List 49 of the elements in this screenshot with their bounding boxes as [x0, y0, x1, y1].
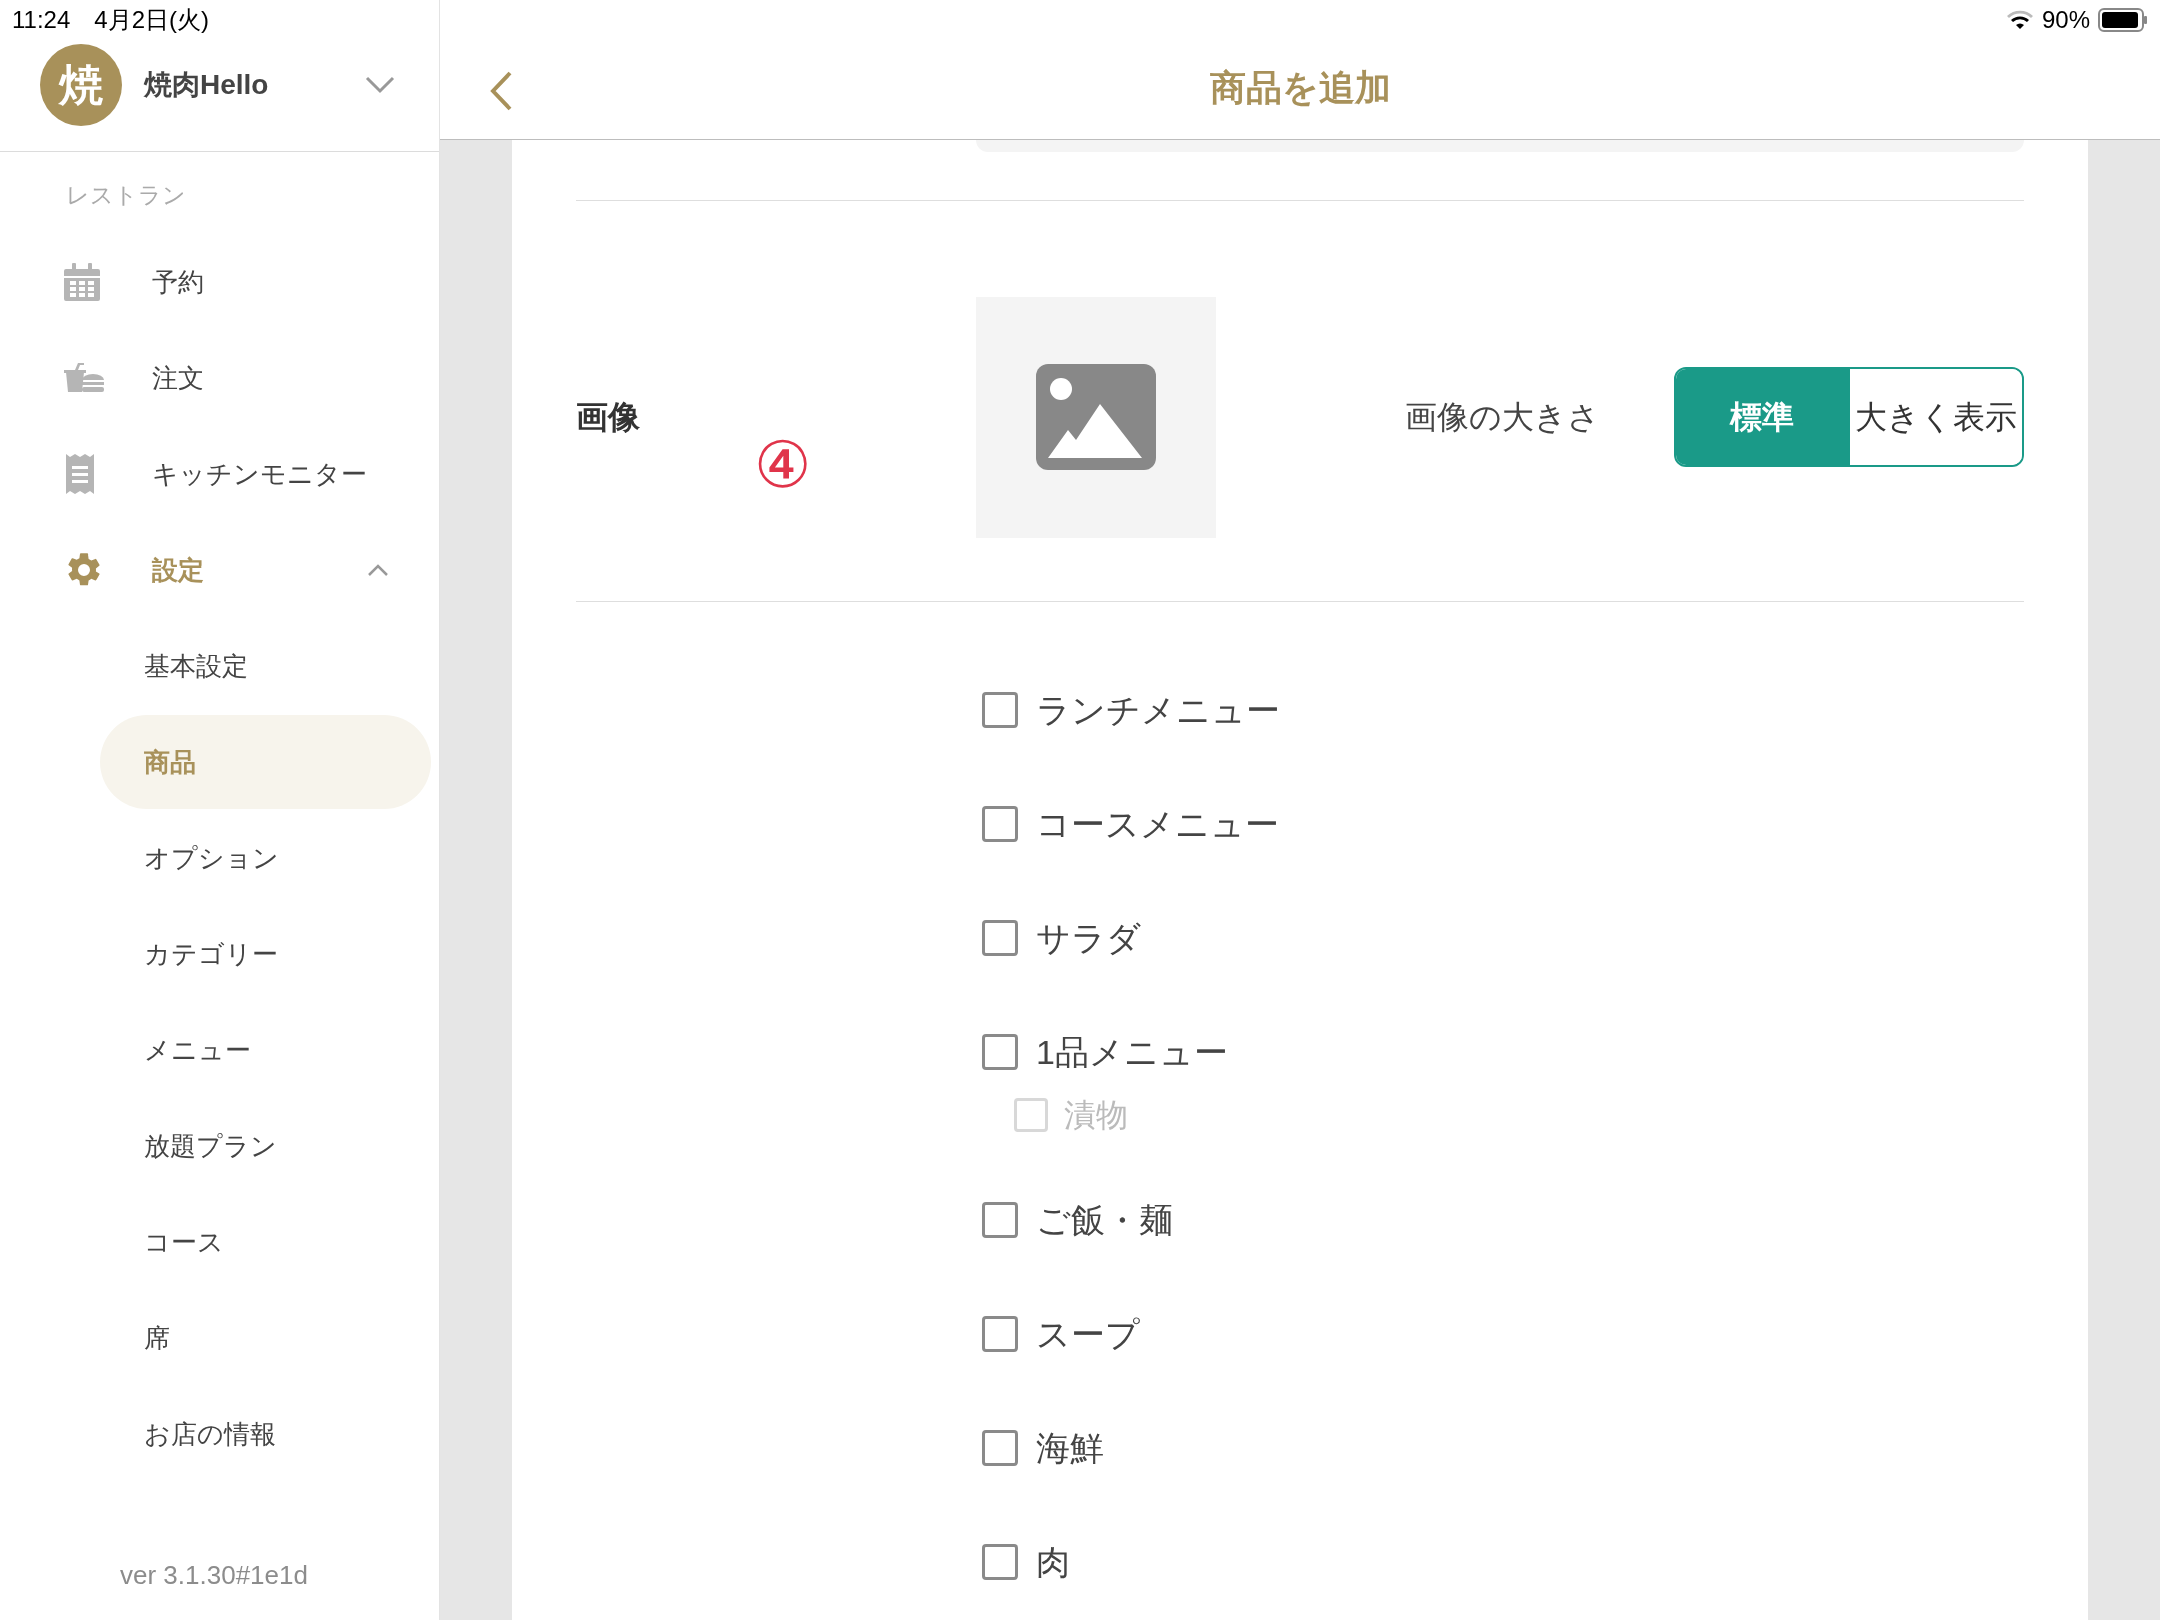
category-label: 1品メニュー [1036, 1031, 1228, 1073]
chevron-down-icon[interactable] [365, 76, 395, 94]
annotation-number: ④ [754, 433, 811, 497]
drink-and-burger-icon [64, 362, 104, 394]
checkbox[interactable] [982, 1316, 1018, 1352]
category-label: ランチメニュー [1036, 689, 1280, 731]
checkbox[interactable] [982, 1544, 1018, 1580]
image-label: 画像 [576, 398, 641, 437]
sidebar-item[interactable]: 注文 [0, 330, 439, 426]
chevron-up-icon[interactable] [367, 563, 389, 577]
receipt-icon [64, 454, 96, 494]
sidebar-subitem[interactable]: カテゴリー [100, 907, 431, 1001]
sidebar-item[interactable]: キッチンモニター [0, 426, 439, 522]
section-label: レストラン [66, 180, 186, 210]
sidebar-item[interactable]: 予約 [0, 234, 439, 330]
back-icon[interactable] [488, 70, 514, 112]
sidebar-subitem[interactable]: メニュー [100, 1003, 431, 1097]
image-icon [1036, 364, 1156, 470]
category-label: 海鮮 [1036, 1427, 1104, 1469]
sidebar-subitem[interactable]: 放題プラン [100, 1099, 431, 1193]
account-name: 焼肉Hello [144, 68, 269, 102]
sidebar-subitem[interactable]: お店の情報 [100, 1387, 431, 1481]
page-title: 商品を追加 [1209, 65, 1391, 110]
battery-percent: 90% [2041, 5, 2090, 35]
sidebar-subitem[interactable]: 基本設定 [100, 619, 431, 713]
image-size-label: 画像の大きさ [1405, 398, 1600, 437]
sidebar-subitem[interactable]: コース [100, 1195, 431, 1289]
checkbox[interactable] [982, 1034, 1018, 1070]
avatar: 焼 [40, 44, 122, 126]
category-label: 肉 [1036, 1541, 1070, 1583]
checkbox[interactable] [982, 692, 1018, 728]
checkbox[interactable] [982, 806, 1018, 842]
wifi-icon [2005, 9, 2034, 31]
category-label: スープ [1036, 1313, 1140, 1355]
checkbox[interactable] [982, 1202, 1018, 1238]
category-label: ご飯・麺 [1036, 1199, 1173, 1241]
category-label: サラダ [1036, 917, 1141, 959]
checkbox[interactable] [982, 920, 1018, 956]
sidebar-subitem[interactable]: 席 [100, 1291, 431, 1385]
calendar-icon [64, 263, 100, 301]
checkbox[interactable] [982, 1430, 1018, 1466]
segment-option[interactable]: 大きく表示 [1848, 369, 2022, 465]
battery-icon [2098, 8, 2148, 32]
image-placeholder[interactable] [976, 296, 1216, 538]
status-time: 11:24 4月2日(火) [12, 5, 209, 35]
sidebar-subitem[interactable]: オプション [100, 811, 431, 905]
version-text: ver 3.1.30#1e1d [120, 1558, 308, 1592]
category-label: コースメニュー [1036, 803, 1279, 845]
subcategory-label: 漬物 [1064, 1096, 1128, 1135]
